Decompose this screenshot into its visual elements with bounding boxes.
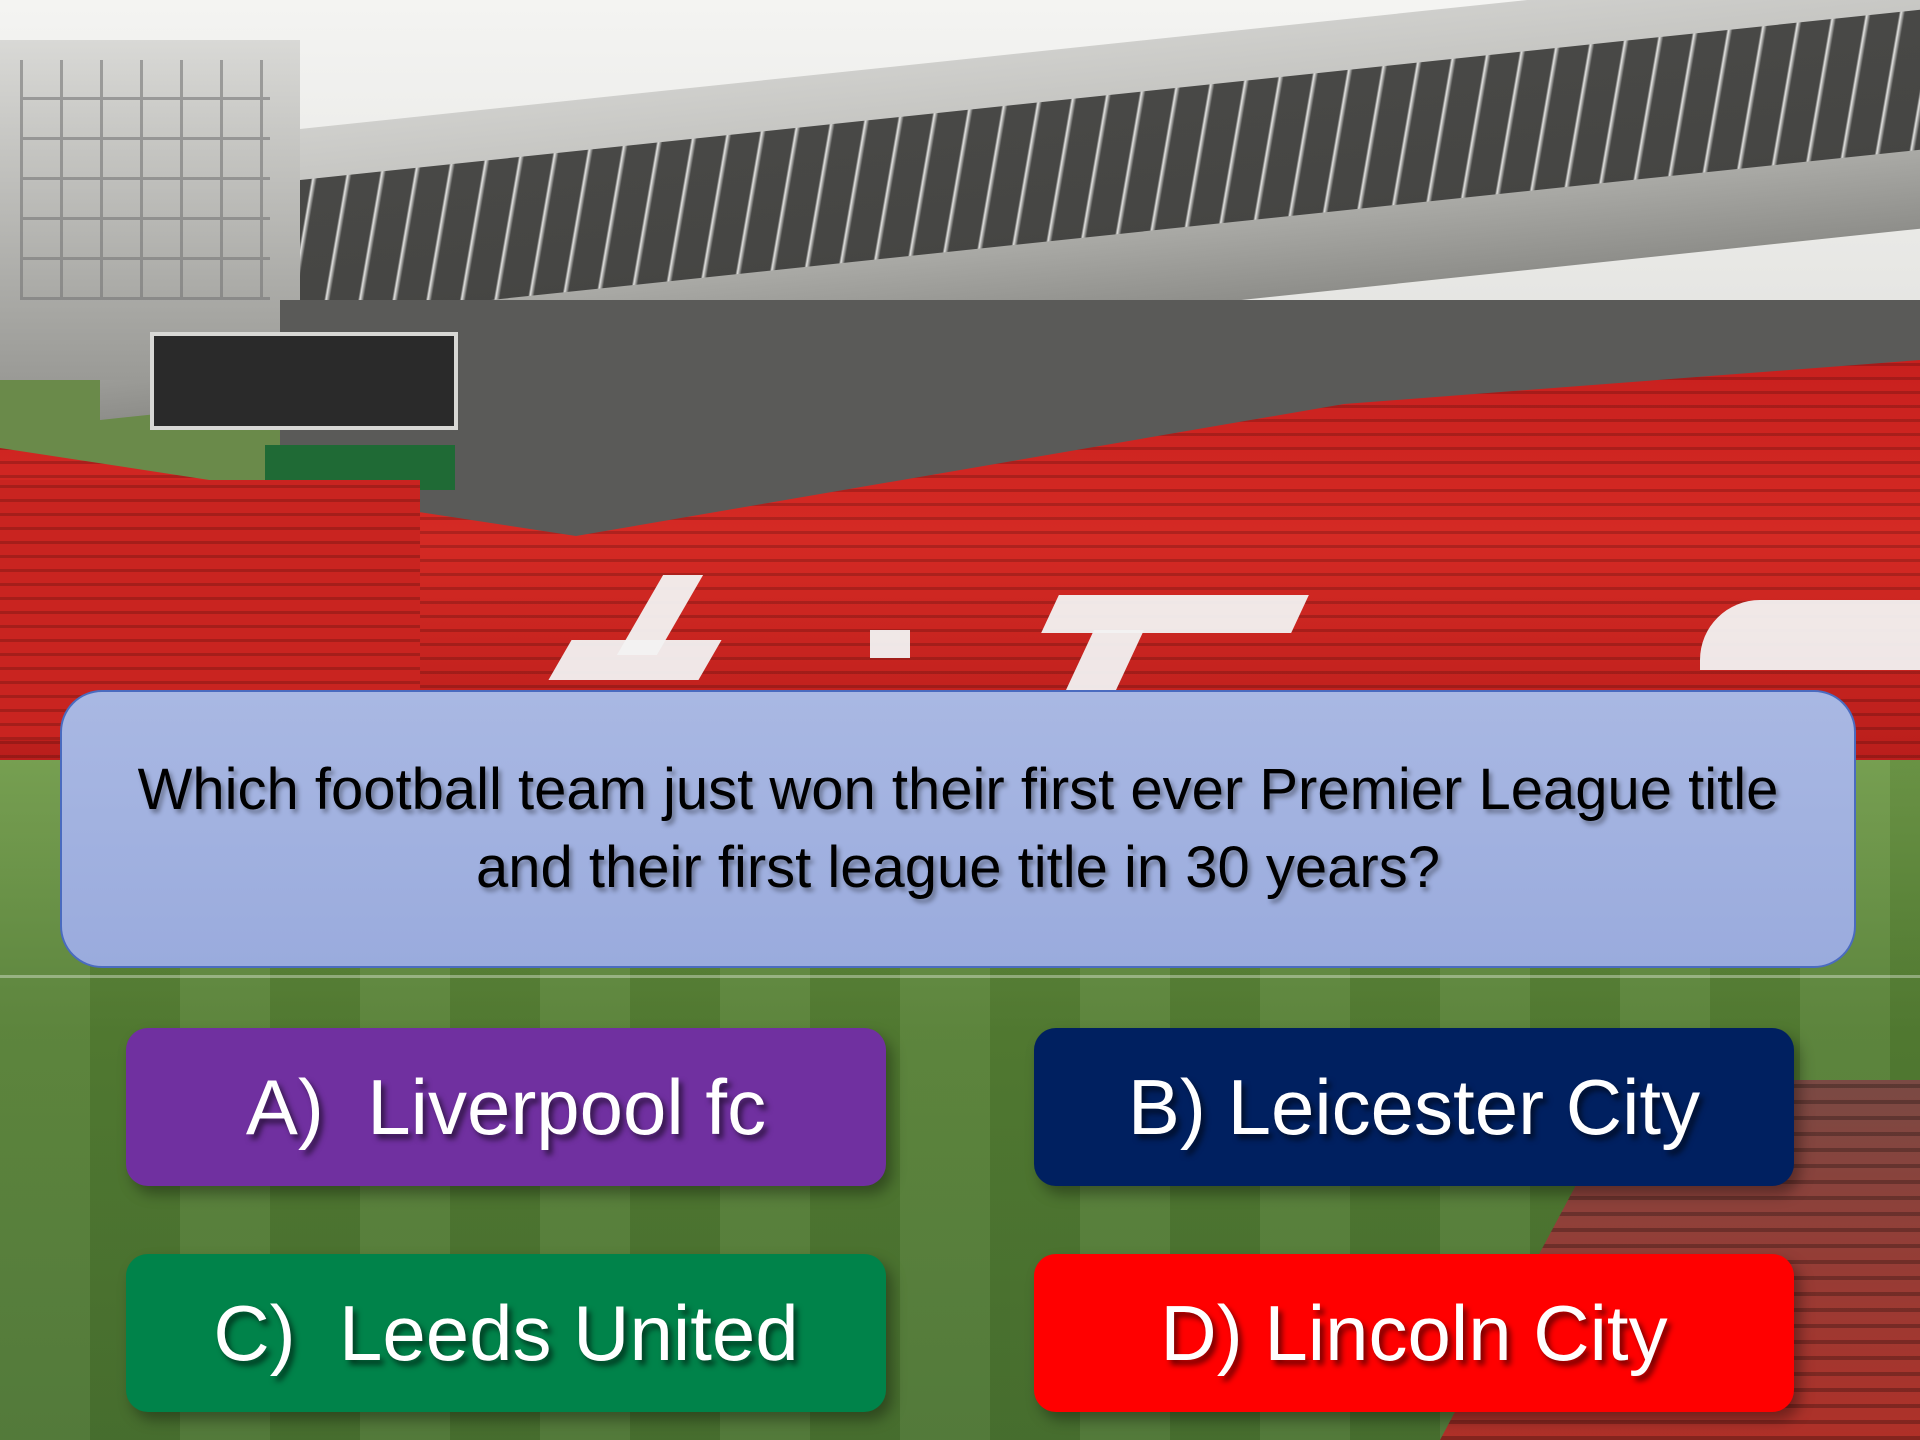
answer-a-label: A) Liverpool fc bbox=[245, 1062, 767, 1151]
answer-c-button[interactable]: C) Leeds United bbox=[126, 1254, 886, 1412]
answer-b-button[interactable]: B) Leicester City bbox=[1034, 1028, 1794, 1186]
seat-letter-f bbox=[1041, 595, 1309, 633]
answer-d-button[interactable]: D) Lincoln City bbox=[1034, 1254, 1794, 1412]
left-stand-structure bbox=[0, 40, 300, 380]
question-text: Which football team just won their first… bbox=[137, 757, 1779, 900]
advertising-board bbox=[150, 332, 458, 430]
answer-b-label: B) Leicester City bbox=[1127, 1062, 1701, 1151]
seat-letter-c bbox=[1700, 600, 1920, 670]
answer-d-label: D) Lincoln City bbox=[1160, 1288, 1668, 1377]
answer-a-button[interactable]: A) Liverpool fc bbox=[126, 1028, 886, 1186]
seat-letter-dot bbox=[870, 630, 910, 658]
answer-c-label: C) Leeds United bbox=[213, 1288, 799, 1377]
pitch-line bbox=[0, 975, 1920, 978]
question-panel: Which football team just won their first… bbox=[60, 690, 1856, 968]
